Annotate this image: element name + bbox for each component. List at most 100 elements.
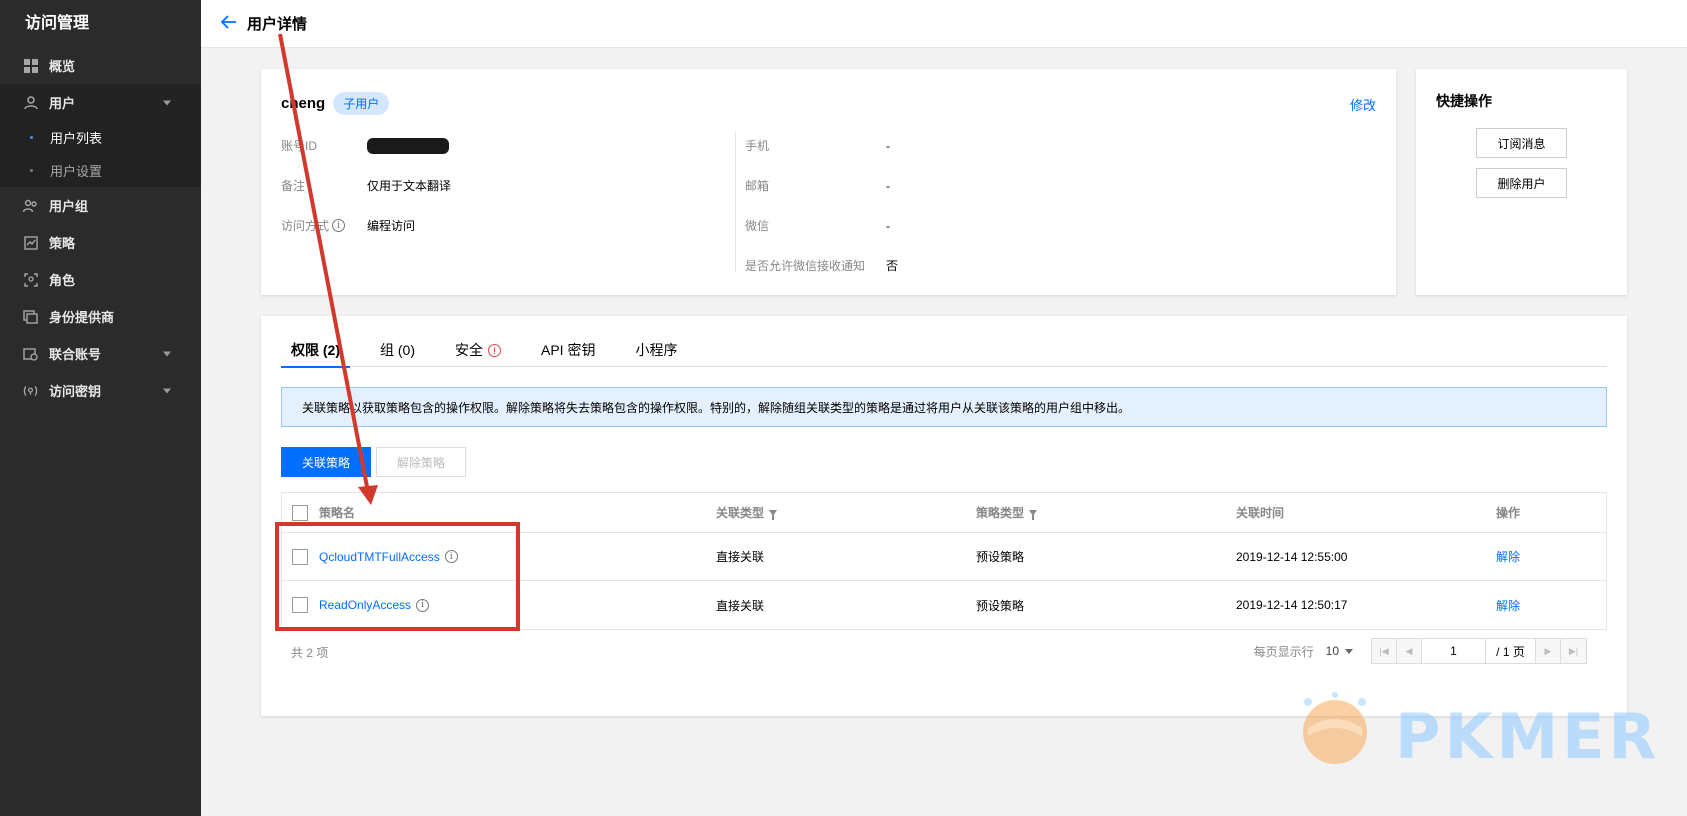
sidebar-item-label: 概览 bbox=[49, 59, 76, 74]
delete-user-button[interactable]: 删除用户 bbox=[1476, 168, 1567, 198]
sidebar-item-label: 策略 bbox=[49, 236, 76, 251]
sidebar-item-user-groups[interactable]: 用户组 bbox=[0, 187, 201, 224]
pagination: 每页显示行 10 |◀ ◀ / 1 页 ▶ ▶| bbox=[1254, 638, 1587, 664]
tab-permissions[interactable]: 权限 (2) bbox=[281, 341, 350, 368]
info-label: 是否允许微信接收通知 bbox=[745, 259, 866, 273]
table-row: QcloudTMTFullAccess i 直接关联 预设策略 2019-12-1… bbox=[282, 533, 1606, 581]
sidebar-item-access-keys[interactable]: 访问密钥 bbox=[0, 372, 201, 409]
table-row: ReadOnlyAccess i 直接关联 预设策略 2019-12-14 12:… bbox=[282, 581, 1606, 629]
sidebar-item-roles[interactable]: 角色 bbox=[0, 261, 201, 298]
sidebar-item-policies[interactable]: 策略 bbox=[0, 224, 201, 261]
header-label: 策略类型 bbox=[976, 506, 1025, 520]
info-value: 仅用于文本翻译 bbox=[367, 179, 452, 193]
page-header: 用户详情 bbox=[201, 0, 1687, 48]
total-count: 共 2 项 bbox=[291, 646, 329, 660]
last-page-icon[interactable]: ▶| bbox=[1561, 639, 1586, 663]
sidebar-subitem-user-settings[interactable]: 用户设置 bbox=[0, 154, 201, 187]
info-value: - bbox=[886, 218, 890, 233]
assoc-type-cell: 直接关联 bbox=[716, 550, 765, 564]
filter-icon[interactable] bbox=[1029, 509, 1038, 520]
sidebar-item-label: 角色 bbox=[49, 273, 76, 288]
info-row-access-method: 访问方式 i 编程访问 bbox=[281, 217, 415, 234]
policy-name-cell: QcloudTMTFullAccess i bbox=[319, 533, 458, 580]
tab-security[interactable]: 安全 ! bbox=[445, 341, 511, 367]
identity-provider-icon bbox=[23, 309, 38, 324]
action-cell: 解除 bbox=[1496, 533, 1520, 580]
watermark-text: PKMER bbox=[1395, 700, 1661, 773]
next-page-icon[interactable]: ▶ bbox=[1536, 639, 1561, 663]
info-icon[interactable]: i bbox=[332, 219, 346, 232]
page-input[interactable] bbox=[1422, 639, 1486, 663]
users-icon bbox=[23, 198, 38, 213]
federated-account-icon bbox=[23, 346, 38, 361]
tab-api-keys[interactable]: API 密钥 bbox=[531, 341, 605, 367]
info-notice: 关联策略以获取策略包含的操作权限。解除策略将失去策略包含的操作权限。特别的，解除… bbox=[281, 387, 1607, 427]
info-icon[interactable]: i bbox=[416, 598, 430, 612]
sidebar-item-label: 联合账号 bbox=[49, 347, 102, 362]
tab-groups[interactable]: 组 (0) bbox=[370, 341, 425, 367]
back-arrow-icon[interactable] bbox=[220, 13, 237, 34]
per-page-select[interactable]: 10 bbox=[1326, 644, 1353, 658]
page-total: / 1 页 bbox=[1486, 639, 1536, 663]
detach-link[interactable]: 解除 bbox=[1496, 548, 1520, 565]
info-row-phone: 手机 - bbox=[745, 137, 890, 154]
row-checkbox-cell bbox=[292, 533, 308, 580]
row-checkbox-cell bbox=[292, 581, 308, 629]
username: cheng bbox=[281, 95, 326, 112]
header-assoc-type[interactable]: 关联类型 bbox=[716, 493, 778, 532]
info-label: 手机 bbox=[745, 139, 770, 153]
sidebar-item-label: 身份提供商 bbox=[49, 310, 115, 325]
role-icon bbox=[23, 272, 38, 287]
sidebar-item-users[interactable]: 用户 bbox=[0, 84, 201, 121]
policy-type-cell: 预设策略 bbox=[976, 598, 1025, 613]
sidebar-item-identity-providers[interactable]: 身份提供商 bbox=[0, 298, 201, 335]
info-label: 微信 bbox=[745, 219, 770, 233]
header-policy-name: 策略名 bbox=[319, 506, 356, 520]
sidebar-subitem-user-list[interactable]: 用户列表 bbox=[0, 121, 201, 154]
detach-policy-button: 解除策略 bbox=[376, 447, 466, 477]
per-page-label: 每页显示行 bbox=[1253, 644, 1314, 659]
info-label-text: 访问方式 bbox=[281, 219, 330, 233]
attach-policy-button[interactable]: 关联策略 bbox=[281, 447, 371, 477]
policy-table: 策略名 关联类型 策略类型 关联时间 操作 QcloudTMTFullAcces… bbox=[281, 492, 1607, 630]
sidebar-brand: 访问管理 bbox=[25, 15, 90, 32]
info-icon[interactable]: i bbox=[444, 550, 458, 563]
sidebar-item-federated-accounts[interactable]: 联合账号 bbox=[0, 335, 201, 372]
assoc-type-cell: 直接关联 bbox=[716, 598, 765, 613]
grid-icon bbox=[23, 58, 38, 73]
tab-mini-program[interactable]: 小程序 bbox=[625, 341, 687, 367]
table-header: 策略名 关联类型 策略类型 关联时间 操作 bbox=[282, 493, 1606, 533]
watermark: PKMER bbox=[1290, 690, 1660, 790]
sidebar-nav: 概览 用户 bbox=[0, 47, 201, 121]
header-assoc-time: 关联时间 bbox=[1236, 506, 1285, 520]
first-page-icon[interactable]: |◀ bbox=[1372, 639, 1397, 663]
detach-link[interactable]: 解除 bbox=[1496, 597, 1520, 614]
sidebar-item-overview[interactable]: 概览 bbox=[0, 47, 201, 84]
quick-actions-title: 快捷操作 bbox=[1436, 93, 1492, 109]
chevron-down-icon bbox=[163, 388, 171, 393]
subscribe-button[interactable]: 订阅消息 bbox=[1476, 128, 1567, 158]
select-all-checkbox[interactable] bbox=[292, 504, 308, 521]
prev-page-icon[interactable]: ◀ bbox=[1397, 639, 1422, 663]
pkmer-logo-icon bbox=[1303, 692, 1367, 764]
filter-icon[interactable] bbox=[769, 509, 778, 520]
policy-name-link[interactable]: QcloudTMTFullAccess bbox=[319, 550, 440, 564]
sidebar-nav-more: 用户组 策略 角色 身份提供商 联合账号 访问密钥 bbox=[0, 187, 201, 409]
row-checkbox[interactable] bbox=[292, 597, 308, 613]
sidebar-item-label: 访问密钥 bbox=[49, 384, 102, 399]
info-value: 否 bbox=[886, 259, 899, 273]
policy-name-cell: ReadOnlyAccess i bbox=[319, 581, 430, 629]
user-header: cheng 子用户 bbox=[281, 92, 390, 115]
info-value: - bbox=[886, 178, 890, 193]
policy-name-link[interactable]: ReadOnlyAccess bbox=[319, 598, 411, 612]
edit-link[interactable]: 修改 bbox=[1350, 95, 1376, 114]
chevron-down-icon bbox=[163, 100, 171, 105]
user-type-badge: 子用户 bbox=[333, 92, 390, 115]
info-label: 访问方式 i bbox=[281, 217, 367, 234]
permissions-card: 权限 (2) 组 (0) 安全 ! API 密钥 小程序 关联策略以获取策略包含… bbox=[261, 316, 1627, 716]
page-title: 用户详情 bbox=[247, 16, 308, 33]
info-value: 编程访问 bbox=[367, 219, 416, 233]
chevron-down-icon bbox=[163, 351, 171, 356]
header-policy-type[interactable]: 策略类型 bbox=[976, 493, 1038, 532]
row-checkbox[interactable] bbox=[292, 548, 308, 565]
